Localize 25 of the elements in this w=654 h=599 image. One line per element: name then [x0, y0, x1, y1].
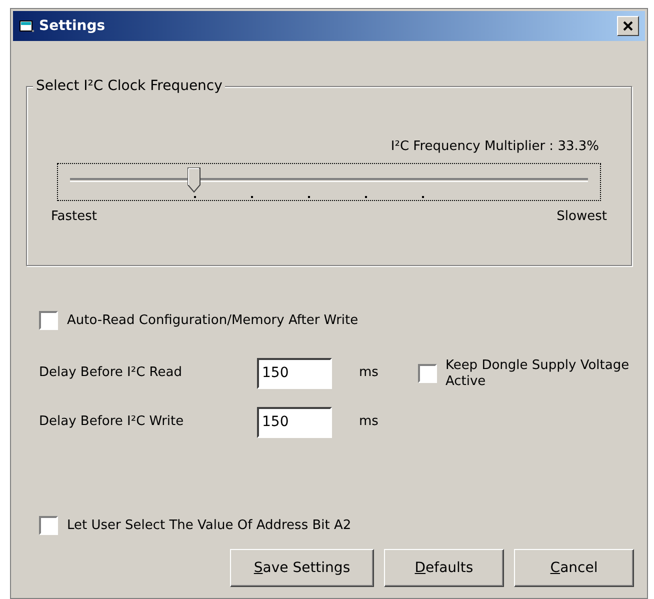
- close-icon: [623, 21, 633, 31]
- multiplier-label: I²C Frequency Multiplier : 33.3%: [390, 138, 599, 156]
- delay-label: Delay Before I²C Read: [39, 364, 183, 382]
- auto-read-checkbox[interactable]: [39, 311, 58, 330]
- frequency-slider[interactable]: [57, 162, 601, 200]
- close-button[interactable]: [617, 16, 639, 36]
- auto-read-label: Auto-Read Configuration/Memory After Write: [67, 312, 358, 330]
- group-title: Select I²C Clock Frequency: [33, 77, 226, 95]
- unit-label: ms: [359, 413, 378, 432]
- dialog-button[interactable]: Defaults: [384, 549, 504, 587]
- delay-label: Delay Before I²C Write: [39, 413, 185, 432]
- keep-supply-checkbox[interactable]: [418, 364, 438, 382]
- slider-thumb[interactable]: [187, 166, 202, 192]
- slowest-label: Slowest: [556, 208, 607, 226]
- dialog-button[interactable]: Save Settings: [230, 549, 374, 587]
- delay-input[interactable]: 150: [257, 358, 332, 388]
- fastest-label: Fastest: [51, 208, 97, 226]
- unit-label: ms: [359, 364, 378, 382]
- keep-supply-label: Keep Dongle Supply Voltage Active: [445, 358, 630, 390]
- dialog-button[interactable]: Cancel: [514, 549, 634, 587]
- window-icon: [19, 19, 35, 33]
- delay-input[interactable]: 150: [257, 406, 332, 438]
- address-bit-label: Let User Select The Value Of Address Bit A2: [67, 516, 352, 534]
- window-title: Settings: [39, 16, 106, 36]
- address-bit-checkbox[interactable]: [39, 516, 58, 535]
